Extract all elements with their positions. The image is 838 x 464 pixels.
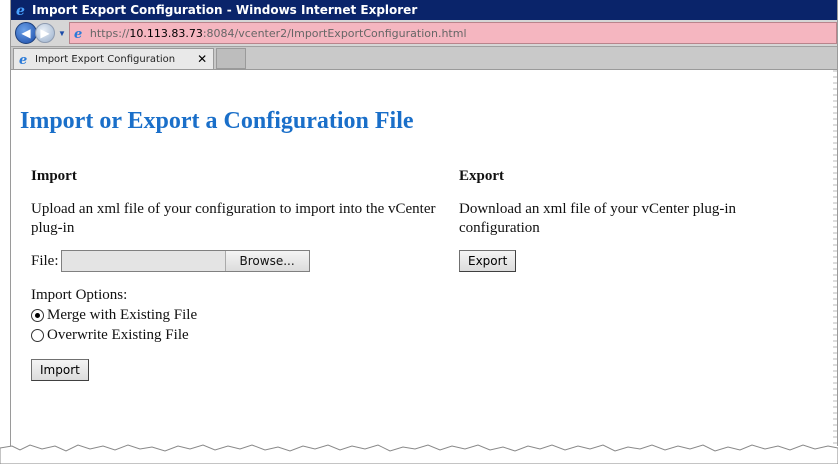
file-path-field[interactable]: [61, 251, 226, 271]
page-icon: e: [73, 27, 86, 42]
new-tab-button[interactable]: [216, 48, 247, 69]
svg-text:e: e: [74, 27, 82, 40]
address-bar-row: ◀ ▶ ▼ e https://10.113.83.73:8084/vcente…: [11, 20, 837, 47]
merge-option[interactable]: Merge with Existing File: [31, 305, 451, 325]
url-field[interactable]: e https://10.113.83.73:8084/vcenter2/Imp…: [68, 22, 837, 44]
overwrite-label: Overwrite Existing File: [47, 326, 189, 343]
url-host: 10.113.83.73: [129, 26, 203, 40]
overwrite-radio[interactable]: [31, 328, 44, 342]
tab-label: Import Export Configuration: [35, 53, 176, 65]
history-dropdown-icon[interactable]: ▼: [58, 29, 66, 38]
window-titlebar: e Import Export Configuration - Windows …: [11, 0, 837, 20]
tab-ie-icon: e: [18, 53, 31, 68]
tab-import-export[interactable]: e Import Export Configuration ✕: [13, 48, 215, 69]
import-options-label: Import Options:: [31, 287, 128, 303]
window-title: Import Export Configuration - Windows In…: [32, 3, 418, 17]
export-section: Export Download an xml file of your vCen…: [459, 168, 799, 272]
overwrite-option[interactable]: Overwrite Existing File: [31, 325, 451, 345]
import-button[interactable]: Import: [31, 359, 89, 381]
svg-text:e: e: [16, 3, 25, 17]
browse-button[interactable]: Browse...: [225, 251, 309, 271]
export-button[interactable]: Export: [459, 250, 517, 272]
url-prefix: https://: [89, 26, 130, 40]
torn-edge: [0, 444, 838, 464]
file-label: File:: [31, 252, 59, 269]
internet-explorer-icon: e: [15, 3, 29, 19]
svg-text:e: e: [19, 53, 27, 66]
merge-label: Merge with Existing File: [47, 306, 198, 323]
export-heading: Export: [459, 168, 504, 184]
scroll-edge: [833, 70, 837, 446]
import-description: Upload an xml file of your configuration…: [31, 201, 436, 236]
browser-window: e Import Export Configuration - Windows …: [10, 0, 838, 446]
back-button[interactable]: ◀: [15, 22, 37, 44]
page-title: Import or Export a Configuration File: [20, 108, 414, 134]
forward-button[interactable]: ▶: [35, 23, 55, 43]
url-path: :8084/vcenter2/ImportExportConfiguration…: [202, 26, 467, 40]
tab-bar: e Import Export Configuration ✕: [11, 47, 837, 70]
close-tab-icon[interactable]: ✕: [197, 52, 207, 66]
merge-radio[interactable]: [31, 308, 44, 322]
export-description: Download an xml file of your vCenter plu…: [459, 201, 737, 236]
file-picker: Browse...: [60, 250, 310, 272]
import-section: Import Upload an xml file of your config…: [31, 168, 451, 381]
import-heading: Import: [31, 168, 77, 184]
